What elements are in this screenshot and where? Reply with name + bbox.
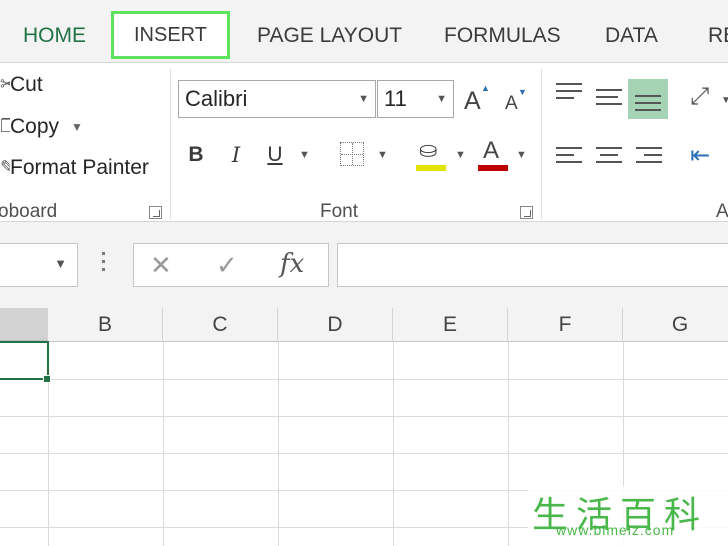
ribbon-tab-bar: HOME INSERT PAGE LAYOUT FORMULAS DATA RE [0, 0, 728, 62]
font-name-value: Calibri [185, 86, 248, 111]
align-left-icon[interactable] [556, 147, 582, 171]
insert-function-button[interactable]: fx [280, 249, 304, 279]
grid-line [0, 453, 728, 454]
tab-review[interactable]: RE [708, 24, 728, 48]
tab-page-layout[interactable]: PAGE LAYOUT [257, 24, 402, 48]
chevron-down-icon[interactable]: ▼ [54, 256, 67, 271]
scissors-icon: ✂ [0, 74, 10, 94]
paintbrush-icon: ✎ [0, 157, 10, 177]
active-cell[interactable] [0, 341, 49, 380]
chevron-down-icon[interactable]: ▼ [71, 120, 83, 134]
tab-insert-highlight[interactable]: INSERT [111, 11, 230, 59]
fill-color-button[interactable]: ⛀ [416, 137, 446, 171]
grid-line [508, 342, 509, 546]
font-size-combo[interactable]: 11 ▼ [377, 80, 454, 118]
font-group-label: Font [320, 201, 359, 222]
paint-bucket-icon: ⛀ [419, 137, 438, 162]
grid-line [0, 379, 728, 380]
align-center-icon[interactable] [596, 147, 622, 171]
group-divider [541, 69, 542, 219]
copy-button[interactable]: ❐ Copy ▼ [0, 115, 83, 139]
grow-font-button[interactable]: A ▲ [464, 83, 494, 117]
tab-insert[interactable]: INSERT [114, 14, 227, 56]
formula-bar: ▼ ✕ ✓ fx [0, 222, 728, 308]
column-header-g[interactable]: G [623, 308, 728, 342]
watermark: 生活百科 www.bimeiz.com [528, 486, 728, 546]
bold-button[interactable]: B [186, 139, 206, 171]
orientation-icon[interactable]: ⤢ [690, 83, 709, 111]
align-bottom-button[interactable] [628, 79, 668, 119]
cancel-icon[interactable]: ✕ [150, 250, 172, 281]
formula-input[interactable] [337, 243, 728, 287]
format-painter-label: Format Painter [10, 156, 149, 179]
group-divider [170, 69, 171, 219]
cut-label: Cut [10, 73, 43, 96]
italic-button[interactable]: I [226, 139, 246, 171]
font-color-bar [478, 165, 508, 171]
watermark-url: www.bimeiz.com [556, 522, 675, 538]
enter-icon[interactable]: ✓ [216, 250, 238, 281]
arrow-up-icon: ▲ [481, 83, 490, 93]
column-header-b[interactable]: B [48, 308, 163, 342]
align-bottom-icon [635, 95, 661, 119]
tab-data[interactable]: DATA [605, 24, 658, 48]
name-box[interactable]: ▼ [0, 243, 78, 287]
font-color-button[interactable]: A [478, 137, 508, 171]
cut-button[interactable]: ✂ Cut [0, 73, 43, 97]
font-dialog-launcher-icon[interactable] [520, 206, 533, 219]
chevron-down-icon[interactable]: ▼ [516, 149, 527, 161]
tab-formulas[interactable]: FORMULAS [444, 24, 561, 48]
format-painter-button[interactable]: ✎ Format Painter [0, 156, 149, 180]
more-options-icon[interactable] [101, 252, 107, 276]
grid-line [163, 342, 164, 546]
column-header-d[interactable]: D [278, 308, 393, 342]
font-name-combo[interactable]: Calibri ▼ [178, 80, 376, 118]
clipboard-dialog-launcher-icon[interactable] [149, 206, 162, 219]
shrink-font-button[interactable]: A ▼ [505, 87, 531, 117]
grid-line [278, 342, 279, 546]
column-header-f[interactable]: F [508, 308, 623, 342]
grid-line [393, 342, 394, 546]
tab-home[interactable]: HOME [23, 24, 86, 48]
copy-label: Copy [10, 115, 60, 138]
chevron-down-icon[interactable]: ▼ [358, 81, 369, 117]
column-header-c[interactable]: C [163, 308, 278, 342]
formula-buttons: ✕ ✓ fx [133, 243, 329, 287]
ribbon: ✂ Cut ❐ Copy ▼ ✎ Format Painter oboard C… [0, 62, 728, 222]
column-header-e[interactable]: E [393, 308, 508, 342]
arrow-down-icon: ▼ [518, 87, 527, 97]
fill-handle[interactable] [43, 375, 51, 383]
chevron-down-icon[interactable]: ▼ [721, 95, 728, 106]
chevron-down-icon[interactable]: ▼ [377, 149, 388, 161]
font-color-icon: A [483, 137, 500, 164]
fill-color-bar [416, 165, 446, 171]
chevron-down-icon[interactable]: ▼ [436, 81, 447, 117]
chevron-down-icon[interactable]: ▼ [299, 149, 310, 161]
underline-button[interactable]: U [264, 139, 286, 171]
shrink-font-icon: A [505, 93, 518, 114]
align-middle-icon[interactable] [596, 89, 622, 113]
align-top-icon[interactable] [556, 83, 582, 107]
alignment-group-label: A [716, 201, 728, 222]
clipboard-group-label: oboard [0, 201, 58, 222]
borders-icon[interactable] [340, 142, 364, 166]
copy-icon: ❐ [0, 116, 10, 136]
decrease-indent-icon[interactable]: ⇤ [690, 141, 710, 170]
grid-line [0, 416, 728, 417]
align-right-icon[interactable] [636, 147, 662, 171]
grow-font-icon: A [464, 87, 481, 115]
font-size-value: 11 [384, 86, 407, 111]
chevron-down-icon[interactable]: ▼ [455, 149, 466, 161]
column-header-a[interactable] [0, 308, 48, 342]
